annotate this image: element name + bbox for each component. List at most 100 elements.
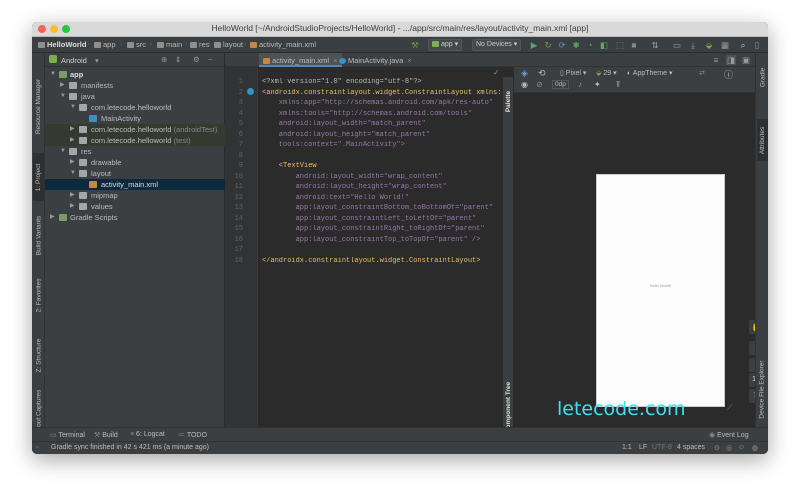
- sdk-manager-icon[interactable]: ⤓: [688, 40, 698, 50]
- left-tool-strip: Resource Manager 1: Project Build Varian…: [32, 53, 45, 437]
- inspection-ok-icon[interactable]: ✓: [493, 68, 500, 77]
- stop-icon[interactable]: ■: [629, 40, 639, 50]
- breadcrumb-main[interactable]: main: [157, 40, 182, 49]
- class-marker-icon[interactable]: [247, 88, 254, 95]
- breadcrumb-src[interactable]: src: [127, 40, 146, 49]
- watermark-text: letecode.com: [557, 398, 686, 420]
- search-icon[interactable]: ⌕: [738, 40, 748, 50]
- code-line-14: app:layout_constraintLeft_toLeftOf="pare…: [262, 214, 477, 223]
- breadcrumb-res[interactable]: res: [190, 40, 209, 49]
- avd-manager-icon[interactable]: ▭: [672, 40, 682, 50]
- coverage-icon[interactable]: ◧: [599, 40, 609, 50]
- breadcrumb-file[interactable]: activity_main.xml: [250, 40, 316, 49]
- default-margin-select[interactable]: 0dp: [552, 80, 569, 89]
- view-dropdown-icon[interactable]: ▾: [95, 56, 99, 65]
- code-line-6: android:layout_height="match_parent": [262, 130, 431, 139]
- event-log-tab[interactable]: ◉ Event Log: [709, 431, 749, 439]
- profile-icon[interactable]: ◔: [585, 40, 595, 50]
- design-toolbar: ◈ ⟲ ▯ Pixel ▾ ⬙ 29 ▾ ◐ AppTheme ▾ ⇄ ⓘ ◉ …: [514, 67, 755, 93]
- orientation-icon[interactable]: ⟲: [538, 68, 546, 79]
- split-mode-icon[interactable]: ◨: [726, 55, 736, 65]
- hide-panel-icon[interactable]: −: [208, 55, 212, 64]
- file-encoding[interactable]: UTF-8: [652, 444, 672, 451]
- view-options-icon[interactable]: ◉: [521, 80, 528, 89]
- favorites-tab[interactable]: 2: Favorites: [33, 271, 44, 319]
- lock-icon[interactable]: ⊙: [714, 444, 720, 452]
- apply-code-changes-icon[interactable]: ⟳: [557, 40, 567, 50]
- resource-manager-tab[interactable]: Resource Manager: [33, 71, 44, 141]
- device-select[interactable]: ▯ Pixel ▾: [560, 69, 586, 77]
- structure-tab[interactable]: Z: Structure: [33, 331, 44, 379]
- split-view-icon[interactable]: ▯: [752, 40, 762, 50]
- code-editor[interactable]: 1 2 3 4 5 6 7 8 9 10 11 12 13 14 15 16 1…: [225, 67, 502, 427]
- todo-tab[interactable]: ≔ TODO: [178, 431, 207, 439]
- run-icon[interactable]: ▶: [529, 40, 539, 50]
- tree-item-layout[interactable]: ▼ layout: [45, 168, 225, 179]
- tree-item-activity-main-xml[interactable]: activity_main.xml: [45, 179, 225, 190]
- terminal-tab[interactable]: ▭ Terminal: [50, 431, 85, 439]
- tab-activity-main-xml[interactable]: activity_main.xml ×: [259, 53, 342, 67]
- breadcrumb-layout[interactable]: layout: [214, 40, 243, 49]
- sync-gradle-icon[interactable]: ⇅: [650, 40, 660, 50]
- build-hammer-icon[interactable]: ⚒: [410, 40, 420, 50]
- design-view-icon[interactable]: ▣: [741, 55, 751, 65]
- autoconnect-icon[interactable]: ⊘: [536, 80, 543, 89]
- infer-constraints-icon[interactable]: ✦: [594, 80, 601, 89]
- tree-item-mainactivity[interactable]: MainActivity: [45, 113, 225, 124]
- tree-item-manifests[interactable]: ▶ manifests: [45, 80, 225, 91]
- layers-icon[interactable]: ◈: [521, 68, 528, 79]
- code-view-icon[interactable]: ≡: [711, 55, 721, 65]
- resize-handle-icon[interactable]: ⟋: [727, 403, 733, 413]
- inspector-icon[interactable]: ☺: [738, 444, 745, 451]
- tree-item-package-androidtest[interactable]: ▶ com.letecode.helloworld (androidTest): [45, 124, 225, 135]
- tree-item-res[interactable]: ▼ res: [45, 146, 225, 157]
- status-panel-icon[interactable]: ▫: [36, 444, 38, 451]
- api-level-select[interactable]: ⬙ 29 ▾: [596, 69, 617, 77]
- debug-icon[interactable]: ✱: [571, 40, 581, 50]
- breadcrumb-app[interactable]: app: [94, 40, 116, 49]
- caret-position[interactable]: 1:1: [622, 444, 632, 451]
- logcat-tab[interactable]: ≡ 6: Logcat: [130, 431, 165, 438]
- attributes-tab[interactable]: Attributes: [757, 119, 768, 161]
- device-file-explorer-tab[interactable]: Device File Explorer: [757, 353, 768, 425]
- memory-indicator-icon[interactable]: ◍: [752, 444, 758, 452]
- apply-changes-icon[interactable]: ↻: [543, 40, 553, 50]
- tree-item-mipmap[interactable]: ▶ mipmap: [45, 190, 225, 201]
- tree-item-gradle-scripts[interactable]: ▶ Gradle Scripts: [45, 212, 225, 223]
- expand-toolbar-icon[interactable]: ⇄: [699, 69, 705, 77]
- run-configuration-select[interactable]: app ▾: [428, 39, 463, 51]
- tree-item-package-test[interactable]: ▶ com.letecode.helloworld (test): [45, 135, 225, 146]
- build-variants-tab[interactable]: Build Variants: [33, 211, 44, 259]
- line-separator[interactable]: LF: [639, 444, 647, 451]
- target-icon[interactable]: ⊕: [161, 55, 167, 64]
- preview-textview[interactable]: Hello World!: [597, 283, 724, 288]
- gradle-tab[interactable]: Gradle: [757, 59, 768, 95]
- indent-setting[interactable]: 4 spaces: [677, 444, 705, 451]
- close-tab-icon[interactable]: ×: [407, 56, 411, 65]
- theme-select[interactable]: ◐ AppTheme ▾: [627, 69, 673, 77]
- tree-item-package-main[interactable]: ▼ com.letecode.helloworld: [45, 102, 225, 113]
- collapse-icon[interactable]: ⇕: [175, 55, 181, 64]
- tree-item-drawable[interactable]: ▶ drawable: [45, 157, 225, 168]
- warnings-icon[interactable]: ⓘ: [724, 68, 733, 81]
- project-view-select[interactable]: Android: [61, 56, 87, 65]
- android-icon[interactable]: ⬙: [704, 40, 714, 50]
- settings-gear-icon[interactable]: ⚙: [193, 55, 200, 64]
- project-panel: Android ▾ ⊕ ⇕ ⚙ − ▼ app ▶ manifests ▼ java …: [45, 53, 225, 427]
- tree-item-java[interactable]: ▼ java: [45, 91, 225, 102]
- clear-constraints-icon[interactable]: ♪: [578, 80, 582, 89]
- palette-tab[interactable]: Palette: [503, 81, 514, 121]
- tab-mainactivity-java[interactable]: MainActivity.java ×: [335, 53, 416, 67]
- project-tab[interactable]: 1: Project: [33, 153, 44, 201]
- layout-inspector-icon[interactable]: ▦: [720, 40, 730, 50]
- breadcrumb-project[interactable]: HelloWorld: [38, 40, 86, 49]
- tree-item-app[interactable]: ▼ app: [45, 69, 225, 80]
- git-icon[interactable]: ◎: [726, 444, 732, 452]
- device-preview[interactable]: Hello World!: [596, 174, 725, 407]
- attach-debugger-icon[interactable]: ⬚: [615, 40, 625, 50]
- build-tab[interactable]: ⚒ Build: [94, 431, 118, 439]
- device-select[interactable]: No Devices ▾: [472, 39, 522, 51]
- status-message[interactable]: Gradle sync finished in 42 s 421 ms (a m…: [51, 444, 209, 451]
- tree-item-values[interactable]: ▶ values: [45, 201, 225, 212]
- guidelines-icon[interactable]: ⫪: [616, 80, 621, 90]
